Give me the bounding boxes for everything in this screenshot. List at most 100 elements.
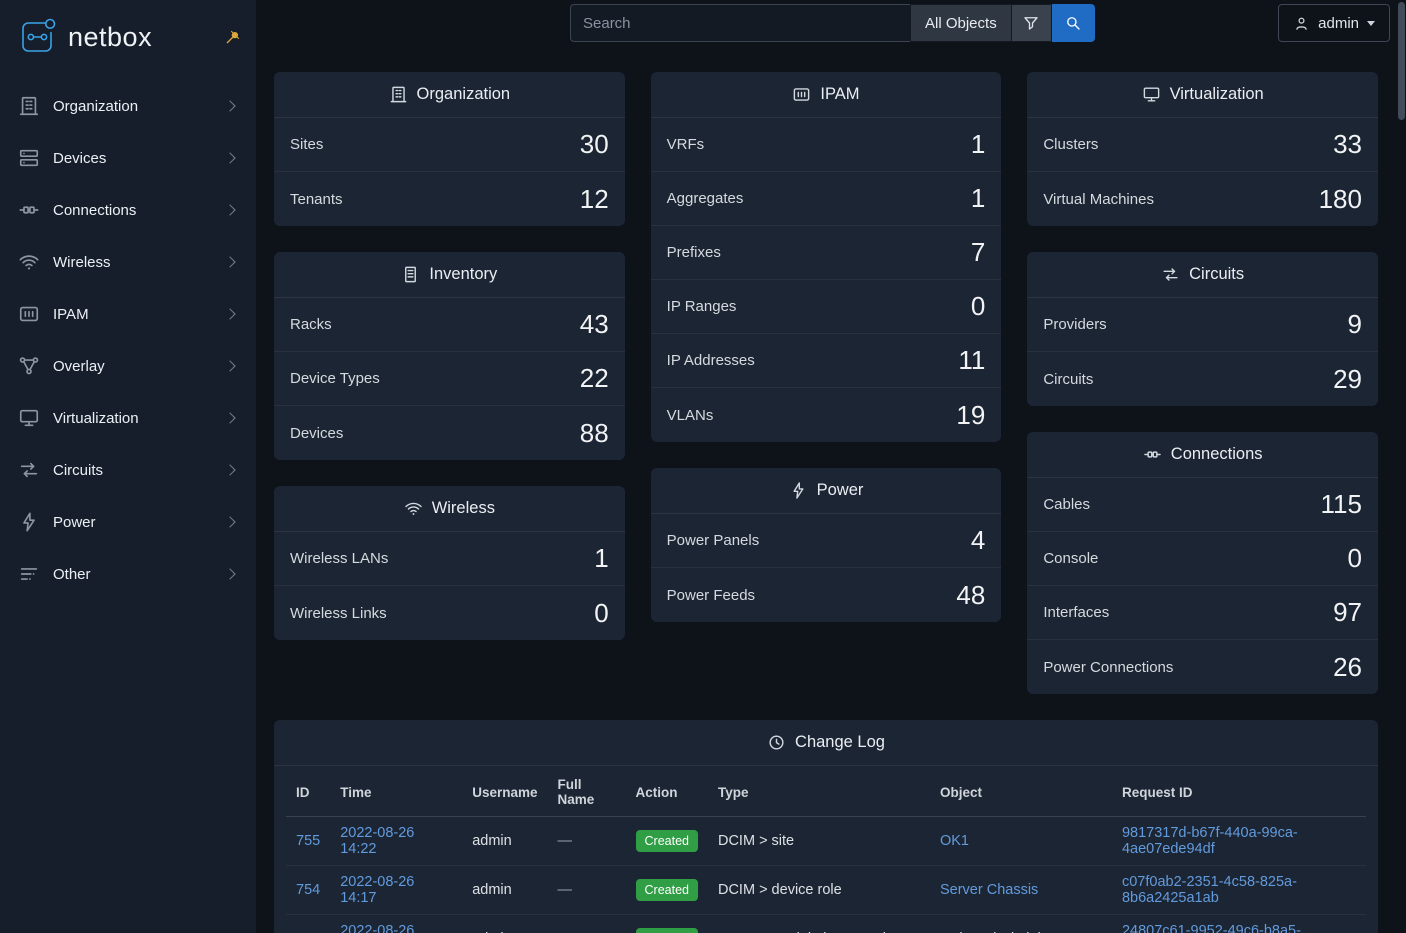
chevron-right-icon: [224, 204, 235, 215]
circuits-icon: [1161, 265, 1180, 284]
pin-icon[interactable]: [224, 28, 242, 46]
change-request-id-link[interactable]: c07f0ab2-2351-4c58-825a-8b6a2425a1ab: [1122, 874, 1297, 906]
stat-label: VLANs: [667, 407, 714, 424]
sidebar-item-label: Other: [53, 566, 213, 583]
change-object-link[interactable]: Server Chassis: [940, 882, 1038, 898]
sidebar-header: netbox: [0, 0, 256, 74]
user-label: admin: [1318, 15, 1359, 32]
stat-value[interactable]: 4: [971, 525, 985, 556]
devices-icon: [18, 147, 40, 169]
stat-label: Tenants: [290, 191, 343, 208]
stat-value[interactable]: 22: [580, 363, 609, 394]
sidebar-item-label: Organization: [53, 98, 213, 115]
connections-card: Connections Cables 115 Console 0 Interfa…: [1027, 432, 1378, 694]
stat-value[interactable]: 180: [1319, 184, 1362, 215]
sidebar-item-connections[interactable]: Connections: [0, 184, 256, 236]
stat-value[interactable]: 0: [594, 598, 608, 629]
scrollbar-thumb[interactable]: [1398, 2, 1405, 120]
change-type: DCIM > device role: [718, 882, 842, 898]
sidebar-item-wireless[interactable]: Wireless: [0, 236, 256, 288]
change-id-link[interactable]: 754: [296, 882, 320, 898]
stat-value[interactable]: 30: [580, 129, 609, 160]
stat-value[interactable]: 0: [971, 291, 985, 322]
stat-value[interactable]: 115: [1321, 489, 1362, 520]
chevron-right-icon: [224, 568, 235, 579]
change-full-name: —: [558, 833, 573, 849]
change-time-link[interactable]: 2022-08-26 14:22: [340, 825, 414, 857]
search-scope-button[interactable]: All Objects: [910, 4, 1012, 42]
sidebar-item-circuits[interactable]: Circuits: [0, 444, 256, 496]
search-group: All Objects: [570, 4, 1095, 42]
stat-value[interactable]: 88: [580, 418, 609, 449]
stat-label: Power Feeds: [667, 587, 755, 604]
stat-value[interactable]: 33: [1333, 129, 1362, 160]
stat-value[interactable]: 48: [956, 580, 985, 611]
card-title: Inventory: [429, 265, 497, 284]
stat-value[interactable]: 12: [580, 184, 609, 215]
stat-row-providers: Providers 9: [1027, 298, 1378, 352]
change-id-link[interactable]: 755: [296, 833, 320, 849]
change-username: admin: [472, 833, 512, 849]
card-title: Organization: [417, 85, 511, 104]
sidebar-item-ipam[interactable]: IPAM: [0, 288, 256, 340]
stat-value[interactable]: 1: [971, 129, 985, 160]
stat-value[interactable]: 7: [971, 237, 985, 268]
stat-row-interfaces: Interfaces 97: [1027, 586, 1378, 640]
card-header: Inventory: [274, 252, 625, 298]
stat-value[interactable]: 11: [958, 345, 985, 376]
change-object-link[interactable]: OK1: [940, 833, 969, 849]
card-header: Power: [651, 468, 1002, 514]
card-header: Virtualization: [1027, 72, 1378, 118]
stat-value[interactable]: 9: [1348, 309, 1362, 340]
stat-value[interactable]: 1: [971, 183, 985, 214]
virtualization-icon: [18, 407, 40, 429]
search-submit-button[interactable]: [1052, 4, 1095, 42]
person-icon: [1293, 15, 1310, 32]
changelog-card: Change Log ID Time Username Full Name Ac…: [274, 720, 1378, 933]
stat-row-devices: Devices 88: [274, 406, 625, 460]
sidebar-item-virtualization[interactable]: Virtualization: [0, 392, 256, 444]
stat-value[interactable]: 1: [594, 543, 608, 574]
stat-value[interactable]: 19: [956, 400, 985, 431]
card-header: Organization: [274, 72, 625, 118]
inventory-icon: [401, 265, 420, 284]
stat-row-wireless-links: Wireless Links 0: [274, 586, 625, 640]
sidebar-item-overlay[interactable]: Overlay: [0, 340, 256, 392]
change-time-link[interactable]: 2022-08-26 14:17: [340, 874, 414, 906]
circuits-icon: [18, 459, 40, 481]
change-request-id-link[interactable]: 9817317d-b67f-440a-99ca-4ae07ede94df: [1122, 825, 1298, 857]
topbar: All Objects admin: [256, 0, 1406, 46]
chevron-right-icon: [224, 516, 235, 527]
stat-value[interactable]: 43: [580, 309, 609, 340]
action-badge: Created: [636, 879, 698, 901]
stat-label: VRFs: [667, 136, 705, 153]
search-input[interactable]: [570, 4, 910, 42]
user-menu-button[interactable]: admin: [1278, 4, 1390, 42]
change-time-link[interactable]: 2022-08-26 14:15: [340, 923, 414, 933]
changelog-header-row: ID Time Username Full Name Action Type O…: [286, 768, 1366, 817]
sidebar-item-organization[interactable]: Organization: [0, 80, 256, 132]
stat-row-console: Console 0: [1027, 532, 1378, 586]
filter-button[interactable]: [1012, 4, 1052, 42]
stat-label: Virtual Machines: [1043, 191, 1154, 208]
sidebar-item-devices[interactable]: Devices: [0, 132, 256, 184]
sidebar-item-other[interactable]: Other: [0, 548, 256, 600]
stat-label: Racks: [290, 316, 332, 333]
stat-label: Wireless LANs: [290, 550, 388, 567]
stat-value[interactable]: 26: [1333, 652, 1362, 683]
overlay-icon: [18, 355, 40, 377]
stat-value[interactable]: 0: [1348, 543, 1362, 574]
sidebar-item-power[interactable]: Power: [0, 496, 256, 548]
stat-label: IP Ranges: [667, 298, 737, 315]
netbox-logo[interactable]: netbox: [16, 16, 152, 58]
virtualization-icon: [1142, 85, 1161, 104]
chevron-right-icon: [224, 360, 235, 371]
stat-label: Console: [1043, 550, 1098, 567]
stat-value[interactable]: 29: [1333, 364, 1362, 395]
column-1: Organization Sites 30 Tenants 12: [274, 72, 625, 640]
change-request-id-link[interactable]: 24807c61-9952-49c6-b8a5-69760bfcc4b3: [1122, 923, 1301, 933]
stat-value[interactable]: 97: [1333, 597, 1362, 628]
sidebar-item-label: Power: [53, 514, 213, 531]
card-title: Wireless: [432, 499, 495, 518]
stat-row-ip-addresses: IP Addresses 11: [651, 334, 1002, 388]
